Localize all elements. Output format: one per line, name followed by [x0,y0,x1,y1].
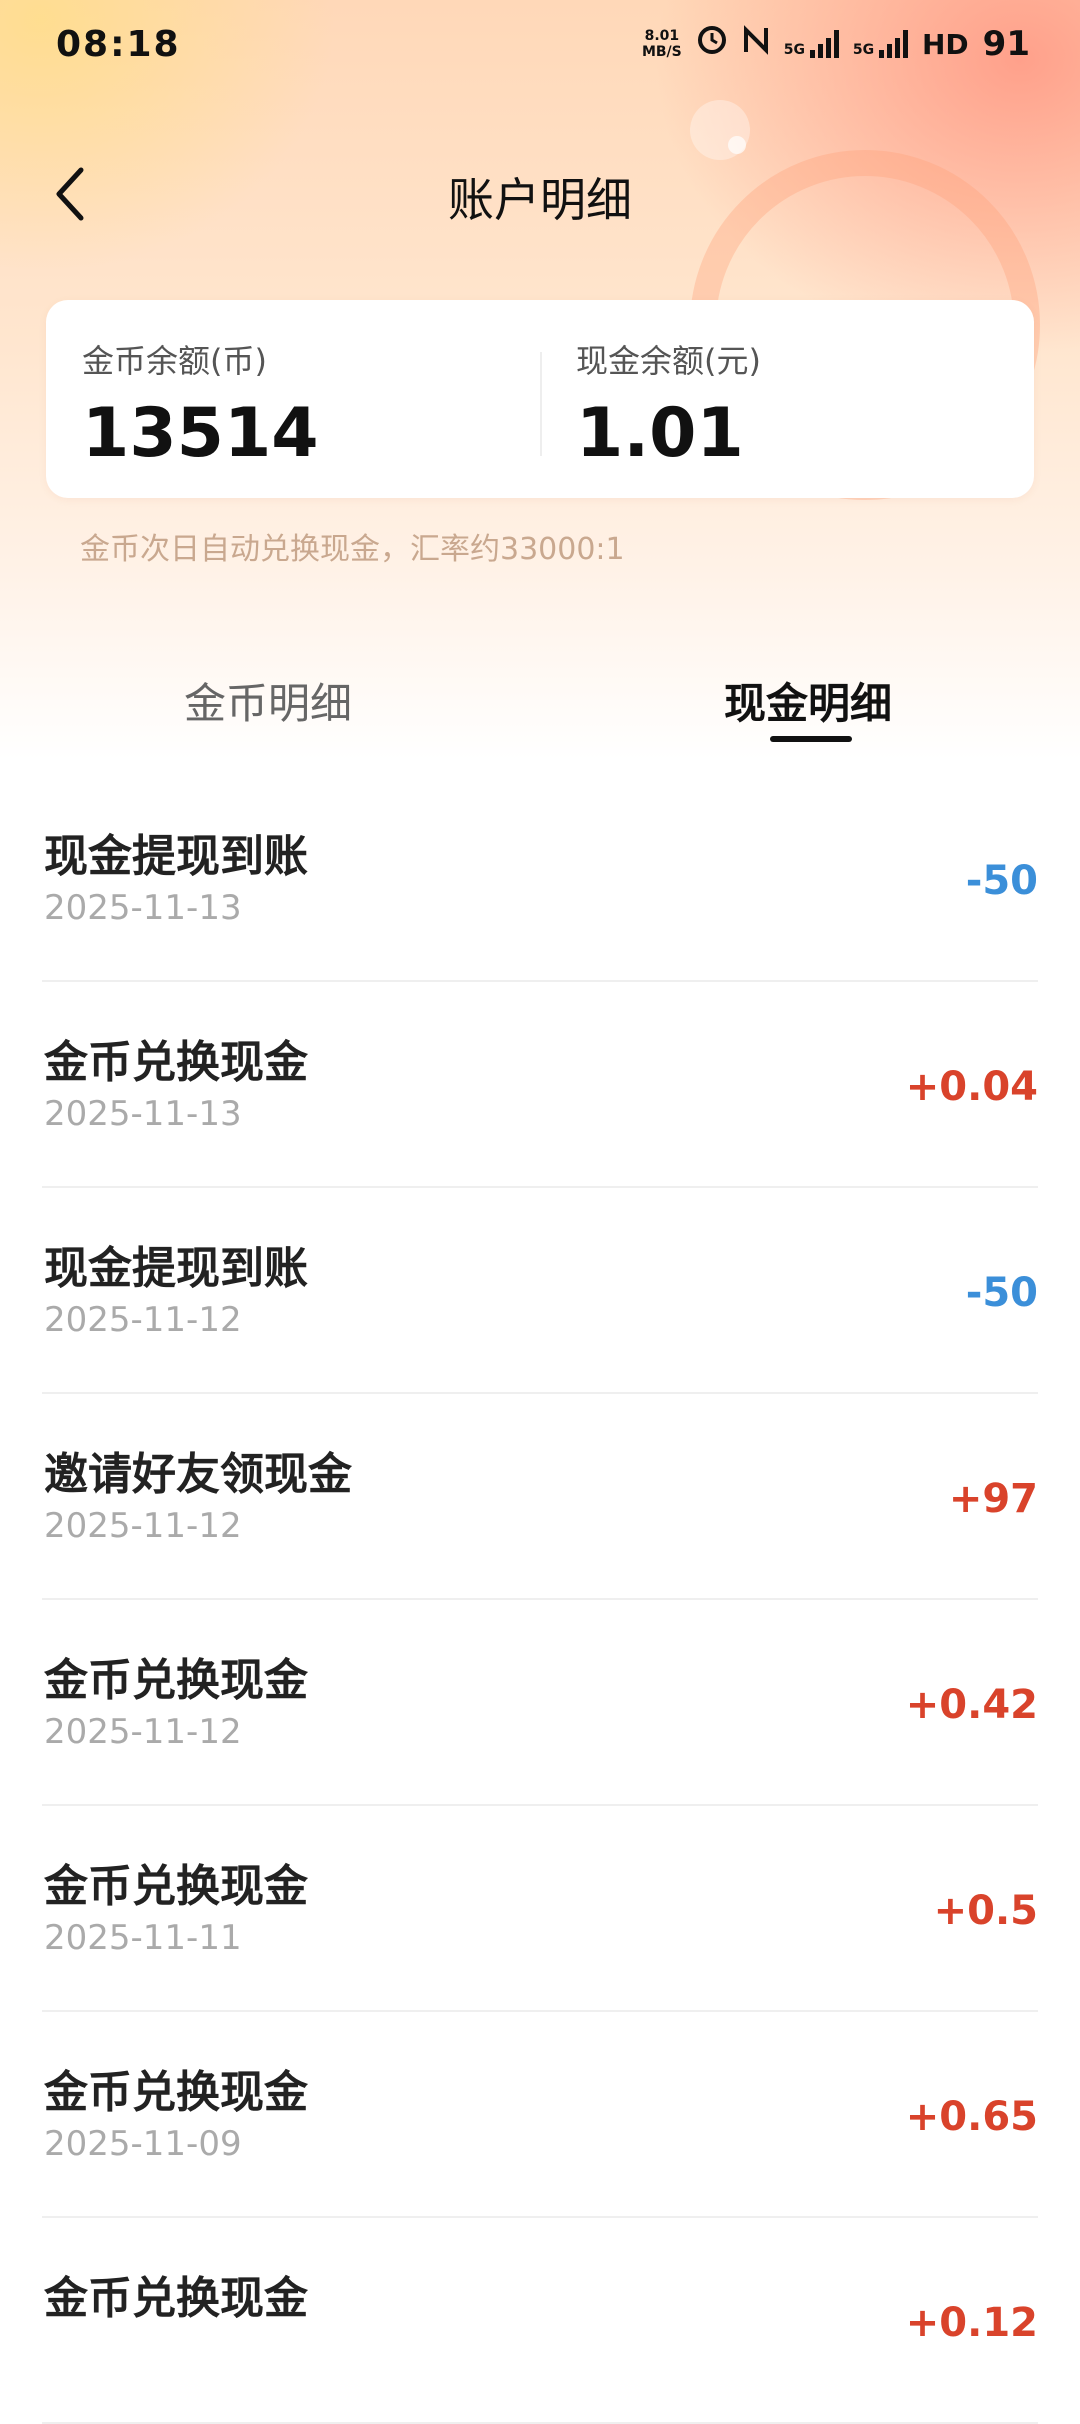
list-item[interactable]: 金币兑换现金 2025-11-09 +0.65 [42,2012,1038,2218]
list-item[interactable]: 金币兑换现金 2025-11-13 +0.04 [42,982,1038,1188]
transaction-amount: +0.5 [933,1888,1038,1934]
transaction-title: 金币兑换现金 [44,1037,308,1088]
alarm-icon [696,24,728,64]
transaction-amount: +97 [948,1476,1038,1522]
list-item[interactable]: 金币兑换现金 2025-11-12 +0.42 [42,1600,1038,1806]
cash-balance: 现金余额(元) 1.01 [576,336,761,473]
transaction-date: 2025-11-12 [44,1712,242,1752]
signal-icon: 5G [853,30,908,58]
card-divider [540,352,542,456]
transaction-title: 金币兑换现金 [44,1655,308,1706]
signal-icon: 5G [784,30,839,58]
transaction-amount: +0.42 [905,1682,1038,1728]
transaction-title: 金币兑换现金 [44,2067,308,2118]
coin-balance-label: 金币余额(币) [82,342,267,380]
list-item[interactable]: 金币兑换现金 2025-11-11 +0.5 [42,1806,1038,2012]
detail-tabs: 金币明细 现金明细 [0,660,1080,760]
tab-cash-details[interactable]: 现金明细 [724,670,892,731]
navigation-bar: 账户明细 [0,150,1080,240]
transaction-amount: +0.12 [905,2300,1038,2346]
battery-level: 91 [982,24,1030,64]
status-icons: 8.01 MB/S 5G 5G HD 91 [642,24,1030,64]
list-item[interactable]: 邀请好友领现金 2025-11-12 +97 [42,1394,1038,1600]
list-item[interactable]: 金币兑换现金 +0.12 [42,2218,1038,2424]
hd-voice-icon: HD [921,27,969,61]
status-time: 08:18 [56,24,181,65]
transaction-date: 2025-11-11 [44,1918,242,1958]
list-item[interactable]: 现金提现到账 2025-11-12 -50 [42,1188,1038,1394]
cash-balance-label: 现金余额(元) [576,342,761,380]
tab-coin-details[interactable]: 金币明细 [184,670,352,731]
transaction-amount: -50 [965,1270,1038,1316]
transaction-title: 金币兑换现金 [44,1861,308,1912]
transaction-list: 现金提现到账 2025-11-13 -50 金币兑换现金 2025-11-13 … [42,776,1038,2424]
status-bar: 08:18 8.01 MB/S 5G 5G HD 91 [0,0,1080,90]
transaction-title: 现金提现到账 [44,831,308,882]
exchange-rate-note: 金币次日自动兑换现金，汇率约33000:1 [80,532,625,567]
list-item[interactable]: 现金提现到账 2025-11-13 -50 [42,776,1038,982]
balance-card: 金币余额(币) 13514 现金余额(元) 1.01 [46,300,1034,498]
coin-balance: 金币余额(币) 13514 [82,336,319,473]
network-speed: 8.01 MB/S [641,28,682,60]
transaction-amount: -50 [965,858,1038,904]
transaction-title: 邀请好友领现金 [44,1449,352,1500]
page-title: 账户明细 [448,173,632,227]
transaction-date: 2025-11-13 [44,1094,242,1134]
active-tab-indicator [770,736,852,742]
transaction-title: 金币兑换现金 [44,2273,308,2324]
coin-balance-value: 13514 [82,394,319,473]
transaction-date: 2025-11-12 [44,1300,242,1340]
transaction-date: 2025-11-09 [44,2124,242,2164]
transaction-amount: +0.04 [905,1064,1038,1110]
transaction-amount: +0.65 [905,2094,1038,2140]
transaction-title: 现金提现到账 [44,1243,308,1294]
transaction-date: 2025-11-12 [44,1506,242,1546]
nfc-icon [742,24,770,64]
transaction-date: 2025-11-13 [44,888,242,928]
cash-balance-value: 1.01 [576,394,744,473]
